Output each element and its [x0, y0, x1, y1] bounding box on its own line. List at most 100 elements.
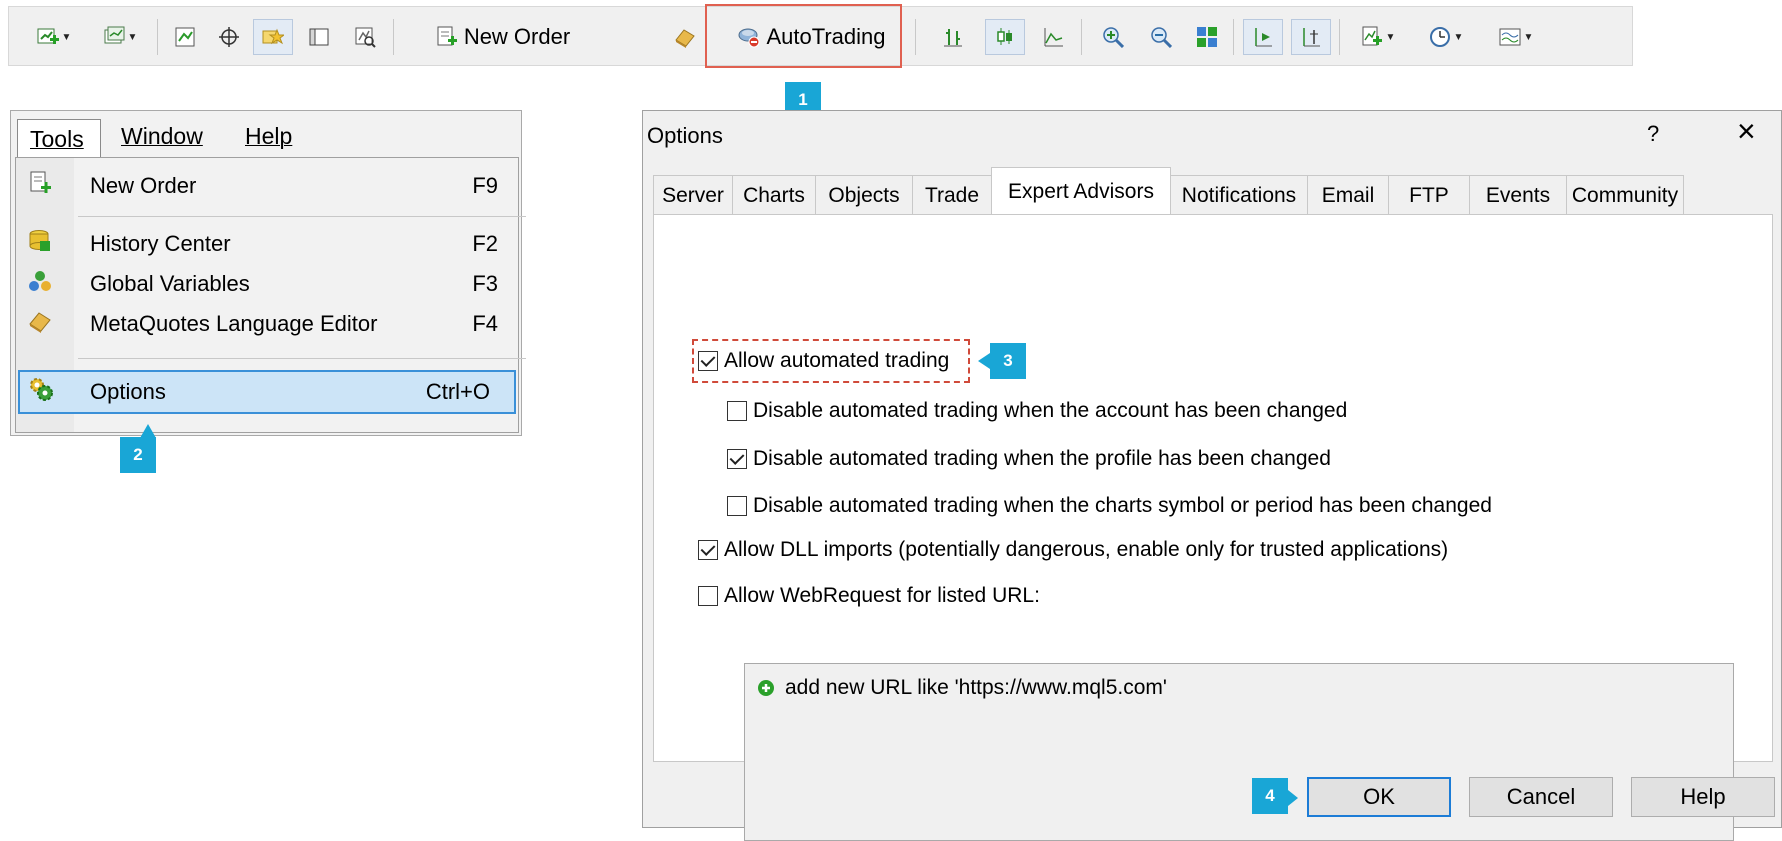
- market-watch-button[interactable]: [167, 19, 203, 55]
- chevron-down-icon: ▼: [1523, 31, 1534, 43]
- step-badge-4: 4: [1252, 778, 1288, 814]
- tab-events[interactable]: Events: [1469, 175, 1567, 215]
- checkbox-checked[interactable]: [727, 449, 747, 469]
- dialog-title: Options: [647, 123, 723, 148]
- crosshair-button[interactable]: [211, 19, 247, 55]
- terminal-icon: [308, 26, 330, 48]
- menu-tools-label: Tools: [30, 126, 84, 152]
- chart-shift-button[interactable]: [1291, 19, 1331, 55]
- help-icon[interactable]: ?: [1647, 121, 1659, 147]
- option-label: Allow automated trading: [724, 349, 950, 372]
- menu-item-label: History Center: [90, 231, 231, 256]
- option-label: Disable automated trading when the chart…: [753, 494, 1492, 517]
- checkbox-unchecked[interactable]: [727, 496, 747, 516]
- chevron-down-icon: ▼: [61, 31, 72, 43]
- checkbox-checked[interactable]: [698, 351, 718, 371]
- chevron-down-icon: ▼: [1453, 31, 1464, 43]
- metaeditor-icon: [674, 26, 696, 48]
- step-badge-3: 3: [990, 343, 1026, 379]
- templates-button[interactable]: ▼: [1487, 19, 1545, 55]
- auto-scroll-icon: [1252, 26, 1274, 48]
- menu-help[interactable]: Help: [245, 123, 292, 150]
- close-icon[interactable]: ×: [1737, 115, 1756, 147]
- periods-icon: [1429, 26, 1451, 48]
- tab-trade[interactable]: Trade: [912, 175, 992, 215]
- step-badge-3-pointer: [978, 353, 990, 369]
- add-url-row[interactable]: add new URL like 'https://www.mql5.com': [757, 676, 1167, 700]
- tab-notifications[interactable]: Notifications: [1170, 175, 1308, 215]
- zoom-out-button[interactable]: [1143, 19, 1179, 55]
- tab-expert-advisors[interactable]: Expert Advisors: [991, 167, 1171, 216]
- option-allow-automated-trading[interactable]: Allow automated trading: [698, 349, 949, 373]
- metaeditor-button[interactable]: [665, 19, 705, 55]
- tools-menu-window: Tools Window Help New Order F9 History C…: [10, 110, 526, 436]
- step-badge-2-pointer: [140, 424, 156, 438]
- menu-tools[interactable]: Tools: [17, 119, 101, 159]
- profiles-button[interactable]: ▼: [91, 19, 149, 55]
- tab-server[interactable]: Server: [653, 175, 733, 215]
- chevron-down-icon: ▼: [127, 31, 138, 43]
- navigator-button[interactable]: [253, 19, 293, 55]
- candlestick-button[interactable]: [985, 19, 1025, 55]
- options-dialog: Options ? × Server Charts Objects Trade …: [642, 110, 1782, 841]
- checkbox-unchecked[interactable]: [727, 401, 747, 421]
- step-badge-4-pointer: [1288, 790, 1298, 806]
- option-allow-dll-imports[interactable]: Allow DLL imports (potentially dangerous…: [698, 538, 1448, 562]
- strategy-tester-button[interactable]: [345, 19, 385, 55]
- candlestick-icon: [994, 26, 1016, 48]
- terminal-button[interactable]: [301, 19, 337, 55]
- expert-advisors-panel: 3 Allow automated trading Disable automa…: [653, 214, 1773, 841]
- strategy-tester-icon: [354, 26, 376, 48]
- menu-item-shortcut: F4: [472, 311, 498, 336]
- menu-item-label: Options: [90, 379, 166, 404]
- line-chart-icon: [1042, 26, 1064, 48]
- options-icon: [28, 376, 54, 408]
- new-chart-button[interactable]: ▼: [25, 19, 83, 55]
- ok-button[interactable]: OK: [1307, 777, 1451, 817]
- menu-item-history-center[interactable]: History Center F2: [16, 222, 526, 266]
- menu-separator: [78, 358, 526, 359]
- line-chart-button[interactable]: [1035, 19, 1071, 55]
- menu-window[interactable]: Window: [121, 123, 203, 150]
- tab-charts[interactable]: Charts: [732, 175, 816, 215]
- tab-email[interactable]: Email: [1307, 175, 1389, 215]
- menu-item-label: MetaQuotes Language Editor: [90, 311, 378, 336]
- menu-item-options[interactable]: Options Ctrl+O: [18, 370, 516, 414]
- templates-icon: [1499, 26, 1521, 48]
- tab-ftp[interactable]: FTP: [1388, 175, 1470, 215]
- menu-item-label: New Order: [90, 173, 197, 198]
- new-order-icon: [436, 26, 458, 48]
- toolbar-separator: [915, 19, 916, 55]
- new-chart-icon: [37, 26, 59, 48]
- option-disable-on-symbol-period-change[interactable]: Disable automated trading when the chart…: [727, 494, 1492, 518]
- periods-button[interactable]: ▼: [1417, 19, 1475, 55]
- step-badge-2: 2: [120, 437, 156, 473]
- option-disable-on-profile-change[interactable]: Disable automated trading when the profi…: [727, 447, 1331, 471]
- zoom-in-button[interactable]: [1095, 19, 1131, 55]
- tab-objects[interactable]: Objects: [815, 175, 913, 215]
- new-order-button[interactable]: New Order: [403, 19, 603, 55]
- autotrading-highlight-frame: [705, 4, 902, 68]
- new-order-icon: [28, 171, 52, 201]
- option-disable-on-account-change[interactable]: Disable automated trading when the accou…: [727, 399, 1347, 423]
- menu-item-new-order[interactable]: New Order F9: [16, 164, 526, 208]
- checkbox-unchecked[interactable]: [698, 586, 718, 606]
- indicators-button[interactable]: ▼: [1349, 19, 1407, 55]
- option-allow-webrequest[interactable]: Allow WebRequest for listed URL:: [698, 584, 1040, 608]
- chart-shift-icon: [1300, 26, 1322, 48]
- toolbar-separator: [157, 19, 158, 55]
- indicators-icon: [1361, 26, 1383, 48]
- navigator-icon: [262, 26, 286, 48]
- history-center-icon: [28, 229, 52, 259]
- checkbox-checked[interactable]: [698, 540, 718, 560]
- tab-community[interactable]: Community: [1566, 175, 1684, 215]
- help-button[interactable]: Help: [1631, 777, 1775, 817]
- cancel-button[interactable]: Cancel: [1469, 777, 1613, 817]
- bar-chart-button[interactable]: [935, 19, 971, 55]
- menu-separator: [78, 216, 526, 217]
- menu-item-global-variables[interactable]: Global Variables F3: [16, 262, 526, 306]
- auto-scroll-button[interactable]: [1243, 19, 1283, 55]
- menu-item-metaquotes-language-editor[interactable]: MetaQuotes Language Editor F4: [16, 302, 526, 346]
- zoom-in-icon: [1102, 26, 1125, 49]
- tile-windows-button[interactable]: [1189, 19, 1225, 55]
